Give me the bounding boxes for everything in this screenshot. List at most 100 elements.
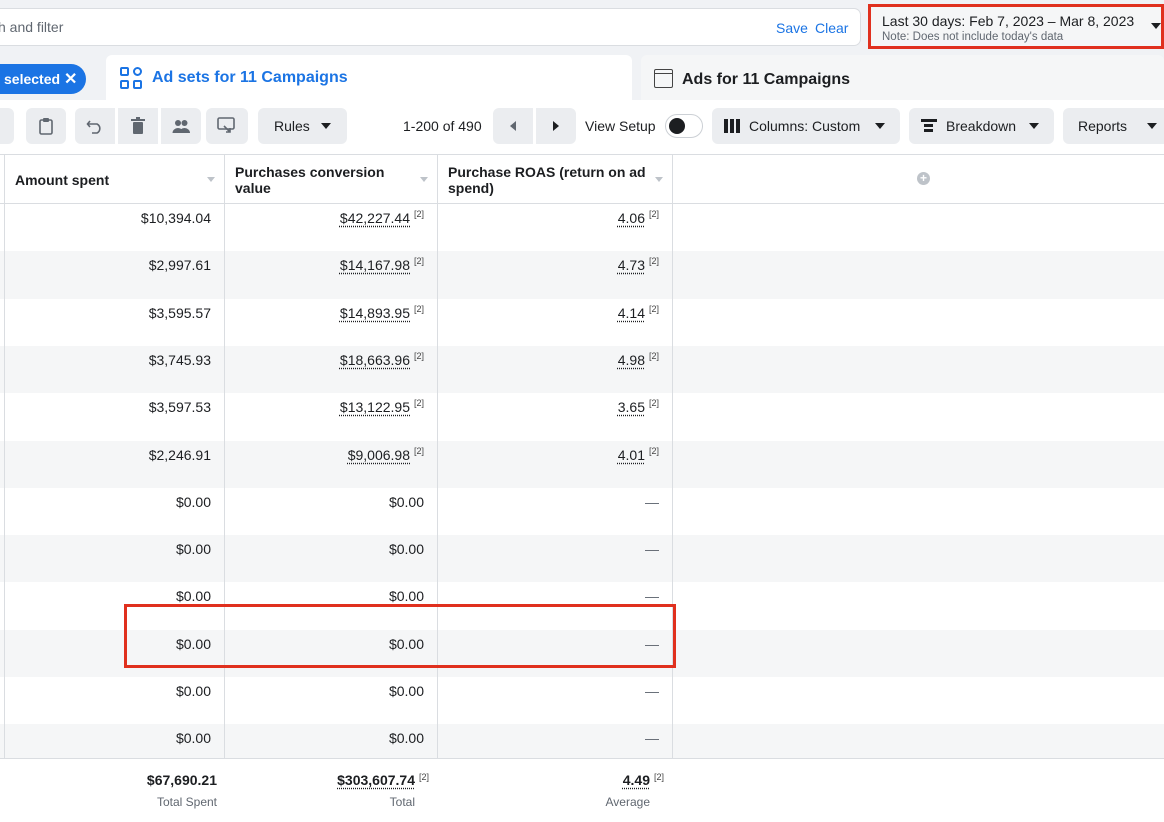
close-icon[interactable]: ✕ [64, 69, 77, 89]
purchases-value-cell: $9,006.98 [2] [225, 441, 437, 488]
purchase-roas-value: — [645, 683, 659, 699]
selection-pill[interactable]: selected ✕ [0, 64, 86, 94]
purchases-value[interactable]: $13,122.95 [340, 399, 410, 415]
footnote-marker: [2] [413, 256, 424, 267]
table-header: Amount spent Purchases conversion value … [0, 154, 1164, 204]
table-row[interactable]: $2,246.91 $9,006.98 [2] 4.01 [2] [0, 440, 1164, 488]
sort-icon[interactable] [207, 177, 215, 182]
column-header-amount-spent[interactable]: Amount spent [5, 155, 225, 204]
delete-button[interactable] [118, 108, 158, 144]
footnote-marker: [2] [413, 350, 424, 361]
purchase-roas-value[interactable]: 4.06 [618, 210, 645, 226]
total-value-label: Total [389, 795, 415, 809]
save-filter-link[interactable]: Save [776, 20, 808, 36]
purchase-roas-value[interactable]: 4.01 [618, 447, 645, 463]
amount-spent-value: $0.00 [175, 588, 211, 605]
ab-test-button[interactable] [206, 108, 248, 144]
purchase-roas-value[interactable]: 4.98 [618, 352, 645, 368]
purchases-value: $0.00 [388, 730, 424, 747]
reports-button[interactable]: Reports [1063, 108, 1164, 144]
chevron-down-icon [1029, 123, 1039, 129]
average-roas-value[interactable]: 4.49 [623, 772, 650, 788]
view-setup-label: View Setup [585, 118, 656, 134]
amount-spent-cell: $2,246.91 [5, 441, 224, 488]
toggle-knob [669, 118, 685, 134]
table-row[interactable]: $2,997.61 $14,167.98 [2] 4.73 [2] [0, 251, 1164, 299]
table-row[interactable]: $3,597.53 $13,122.95 [2] 3.65 [2] [0, 393, 1164, 440]
column-header-purchase-roas[interactable]: Purchase ROAS (return on ad spend) [438, 155, 673, 204]
rules-label: Rules [274, 118, 310, 134]
amount-spent-value: $3,597.53 [148, 399, 211, 416]
purchase-roas-value[interactable]: 4.14 [618, 305, 645, 321]
clear-filter-link[interactable]: Clear [815, 20, 848, 36]
average-roas-cell: 4.49 [2] Average [437, 759, 672, 819]
purchase-roas-value[interactable]: 4.73 [618, 257, 645, 273]
purchase-roas-value: — [645, 541, 659, 558]
pagination-text: 1-200 of 490 [403, 118, 482, 134]
search-placeholder: h and filter [0, 19, 64, 35]
column-header-purchases-value[interactable]: Purchases conversion value [225, 155, 438, 204]
table-row[interactable]: $0.00 $0.00 — [0, 677, 1164, 724]
columns-button[interactable]: Columns: Custom [712, 108, 900, 144]
purchases-value[interactable]: $18,663.96 [340, 352, 410, 368]
footnote-marker: [2] [648, 303, 659, 314]
sort-icon[interactable] [420, 177, 428, 182]
purchases-value-cell: $0.00 [225, 535, 437, 582]
amount-spent-value: $0.00 [175, 683, 211, 699]
amount-spent-value: $0.00 [175, 493, 211, 510]
purchase-roas-cell: — [438, 677, 672, 724]
next-page-button[interactable] [536, 108, 576, 144]
duplicate-button[interactable] [26, 108, 66, 144]
table-row[interactable]: $0.00 $0.00 — [0, 488, 1164, 535]
amount-spent-value: $10,394.04 [140, 210, 211, 226]
search-filter-bar[interactable]: h and filter Save Clear [0, 9, 860, 45]
purchase-roas-value[interactable]: 3.65 [618, 399, 645, 415]
purchase-roas-cell: 4.06 [2] [438, 204, 672, 251]
reports-label: Reports [1078, 118, 1128, 134]
edit-button[interactable] [0, 108, 14, 144]
purchases-value-cell: $14,893.95 [2] [225, 299, 437, 346]
footnote-marker: [2] [413, 209, 424, 219]
total-value-value[interactable]: $303,607.74 [337, 772, 415, 788]
amount-spent-value: $0.00 [175, 730, 211, 747]
purchases-value[interactable]: $14,167.98 [340, 257, 410, 273]
total-spent-label: Total Spent [156, 795, 217, 809]
add-column-icon[interactable]: + [917, 172, 930, 185]
table-totals-row: $67,690.21 Total Spent $303,607.74 [2] T… [0, 758, 1164, 822]
table-row[interactable]: $3,745.93 $18,663.96 [2] 4.98 [2] [0, 345, 1164, 394]
purchases-value[interactable]: $42,227.44 [340, 210, 410, 226]
total-spent-value: $67,690.21 [146, 772, 217, 788]
purchases-value: $0.00 [388, 683, 424, 699]
undo-button[interactable] [75, 108, 115, 144]
breakdown-button[interactable]: Breakdown [909, 108, 1054, 144]
purchases-value[interactable]: $14,893.95 [340, 305, 410, 321]
date-range-label: Last 30 days: Feb 7, 2023 – Mar 8, 2023 [882, 13, 1135, 29]
footnote-marker: [2] [648, 445, 659, 456]
amount-spent-cell: $2,997.61 [5, 251, 224, 298]
amount-spent-cell: $0.00 [5, 535, 224, 582]
tab-ad-sets[interactable]: Ad sets for 11 Campaigns [106, 55, 632, 104]
selection-label: selected [4, 71, 61, 87]
tab-ads[interactable]: Ads for 11 Campaigns [641, 55, 1164, 100]
purchases-value-cell: $0.00 [225, 677, 437, 724]
rules-button[interactable]: Rules [258, 108, 347, 144]
footnote-marker: [2] [648, 350, 659, 361]
sort-icon[interactable] [655, 177, 663, 182]
tabs-row: selected ✕ Ad sets for 11 Campaigns Ads … [0, 52, 1164, 104]
table-row[interactable]: $3,595.57 $14,893.95 [2] 4.14 [2] [0, 299, 1164, 346]
purchase-roas-cell: 4.98 [2] [438, 346, 672, 393]
view-setup-toggle[interactable] [665, 114, 703, 138]
chevron-down-icon [1151, 23, 1161, 29]
table-row[interactable]: $10,394.04 $42,227.44 [2] 4.06 [2] [0, 204, 1164, 251]
amount-spent-value: $2,997.61 [148, 257, 211, 274]
columns-icon [724, 119, 740, 133]
table-row[interactable]: $0.00 $0.00 — [0, 535, 1164, 583]
ad-sets-table: Amount spent Purchases conversion value … [0, 154, 1164, 822]
date-range-note: Note: Does not include today's data [882, 31, 1064, 43]
audience-button[interactable] [161, 108, 201, 144]
purchase-roas-cell: 4.14 [2] [438, 299, 672, 346]
previous-page-button[interactable] [493, 108, 533, 144]
chevron-left-icon [510, 121, 516, 131]
date-range-picker[interactable]: Last 30 days: Feb 7, 2023 – Mar 8, 2023 … [868, 4, 1164, 49]
purchases-value[interactable]: $9,006.98 [348, 447, 410, 463]
